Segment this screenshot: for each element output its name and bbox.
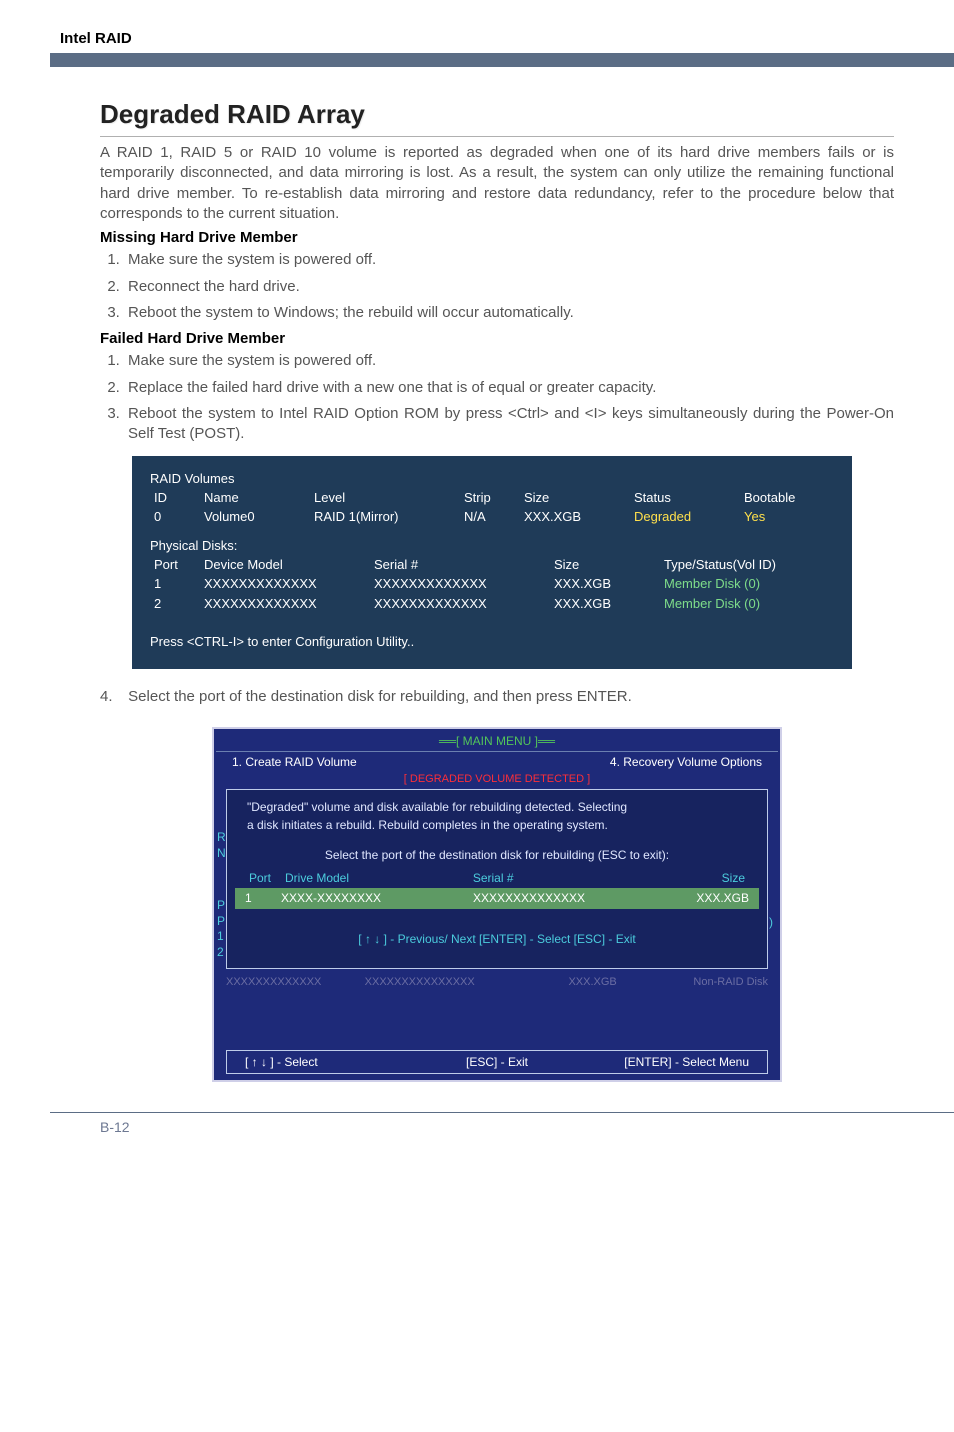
hrow-port: 1 [245, 890, 281, 906]
vol-strip: N/A [460, 507, 520, 527]
option-rom-screen: ══[ MAIN MENU ]══ 1. Create RAID Volume … [212, 727, 782, 1082]
pcol-serial: Serial # [370, 555, 550, 575]
hcol-size: Size [645, 870, 745, 886]
step-4-text: Select the port of the destination disk … [128, 688, 632, 705]
failed-member-heading: Failed Hard Drive Member [100, 329, 894, 349]
failed-step-1: Make sure the system is powered off. [124, 349, 894, 375]
hcol-serial: Serial # [473, 870, 645, 886]
missing-member-heading: Missing Hard Drive Member [100, 228, 894, 248]
col-name: Name [200, 488, 310, 508]
col-strip: Strip [460, 488, 520, 508]
ctrl-i-prompt: Press <CTRL-I> to enter Configuration Ut… [150, 613, 834, 651]
pcol-type: Type/Status(Vol ID) [660, 555, 834, 575]
nav-hints: [ ↑ ↓ ] - Previous/ Next [ENTER] - Selec… [239, 909, 755, 947]
menu-row: 1. Create RAID Volume 4. Recovery Volume… [216, 752, 778, 774]
pd1-model: XXXXXXXXXXXXX [200, 574, 370, 594]
missing-step-1: Make sure the system is powered off. [124, 248, 894, 274]
ghost-c1: XXXXXXXXXXXXX [226, 975, 365, 990]
side-letters-rn: RN [217, 830, 227, 861]
section-title: Degraded RAID Array [100, 97, 894, 137]
pcol-size: Size [550, 555, 660, 575]
footer-select: [ ↑ ↓ ] - Select [245, 1054, 413, 1070]
header-bar [50, 53, 954, 67]
hrow-serial: XXXXXXXXXXXXXX [473, 890, 649, 906]
vol-size: XXX.XGB [520, 507, 630, 527]
pd2-model: XXXXXXXXXXXXX [200, 594, 370, 614]
ghost-disk-row: XXXXXXXXXXXXX XXXXXXXXXXXXXXX XXX.XGB No… [216, 975, 778, 990]
vol-name: Volume0 [200, 507, 310, 527]
pd2-port: 2 [150, 594, 200, 614]
page-header: Intel RAID [0, 30, 954, 53]
missing-step-2: Reconnect the hard drive. [124, 275, 894, 301]
failed-steps-list: Make sure the system is powered off. Rep… [100, 349, 894, 448]
dialog-line-3: Select the port of the destination disk … [239, 834, 755, 864]
col-status: Status [630, 488, 740, 508]
step-4-number: 4. [100, 687, 124, 707]
dialog-line-1: "Degraded" volume and disk available for… [239, 798, 755, 816]
col-size: Size [520, 488, 630, 508]
hrow-size: XXX.XGB [649, 890, 749, 906]
page-number: B-12 [100, 1119, 954, 1135]
hcol-model: Drive Model [285, 870, 473, 886]
missing-step-3: Reboot the system to Windows; the rebuil… [124, 301, 894, 327]
vol-id: 0 [150, 507, 200, 527]
port-table-row-selected[interactable]: 1 XXXX-XXXXXXXX XXXXXXXXXXXXXX XXX.XGB [235, 888, 759, 908]
failed-step-3: Reboot the system to Intel RAID Option R… [124, 402, 894, 449]
step-4: 4. Select the port of the destination di… [100, 687, 894, 707]
dialog-line-2: a disk initiates a rebuild. Rebuild comp… [239, 816, 755, 834]
vol-bootable: Yes [740, 507, 834, 527]
pd1-type: Member Disk (0) [660, 574, 834, 594]
menu-recovery-options[interactable]: 4. Recovery Volume Options [497, 754, 762, 770]
degraded-dialog: RN PP12 "Degraded" volume and disk avail… [226, 789, 768, 969]
menu-create-raid[interactable]: 1. Create RAID Volume [232, 754, 497, 770]
intro-paragraph: A RAID 1, RAID 5 or RAID 10 volume is re… [100, 143, 894, 224]
degraded-volume-banner: [ DEGRADED VOLUME DETECTED ] [216, 772, 778, 787]
rom-footer-bar: [ ↑ ↓ ] - Select [ESC] - Exit [ENTER] - … [226, 1050, 768, 1074]
raid-volumes-table: ID Name Level Strip Size Status Bootable… [150, 488, 834, 527]
port-table-header: Port Drive Model Serial # Size [239, 864, 755, 888]
side-letters-pp12: PP12 [217, 898, 227, 960]
pd2-type: Member Disk (0) [660, 594, 834, 614]
footer-exit: [ESC] - Exit [413, 1054, 581, 1070]
pd2-serial: XXXXXXXXXXXXX [370, 594, 550, 614]
missing-steps-list: Make sure the system is powered off. Rec… [100, 248, 894, 327]
raid-volumes-label: RAID Volumes [150, 470, 834, 488]
pd1-port: 1 [150, 574, 200, 594]
pd1-size: XXX.XGB [550, 574, 660, 594]
bios-raid-status-panel: RAID Volumes ID Name Level Strip Size St… [132, 456, 852, 668]
footer-select-menu: [ENTER] - Select Menu [581, 1054, 749, 1070]
physical-disks-label: Physical Disks: [150, 527, 834, 555]
ghost-c2: XXXXXXXXXXXXXXX [365, 975, 504, 990]
col-level: Level [310, 488, 460, 508]
pcol-port: Port [150, 555, 200, 575]
physical-disks-table: Port Device Model Serial # Size Type/Sta… [150, 555, 834, 614]
pd2-size: XXX.XGB [550, 594, 660, 614]
ghost-c3: XXX.XGB [503, 975, 616, 990]
failed-step-2: Replace the failed hard drive with a new… [124, 376, 894, 402]
hrow-model: XXXX-XXXXXXXX [281, 890, 473, 906]
main-menu-title: ══[ MAIN MENU ]══ [216, 731, 778, 752]
ghost-c4: Non-RAID Disk [617, 975, 768, 990]
col-id: ID [150, 488, 200, 508]
footer-divider [50, 1112, 954, 1113]
vol-level: RAID 1(Mirror) [310, 507, 460, 527]
pd1-serial: XXXXXXXXXXXXX [370, 574, 550, 594]
pcol-model: Device Model [200, 555, 370, 575]
main-menu-text: MAIN MENU [463, 734, 532, 748]
vol-status: Degraded [630, 507, 740, 527]
side-paren: ) [769, 914, 773, 930]
hcol-port: Port [249, 870, 285, 886]
col-bootable: Bootable [740, 488, 834, 508]
